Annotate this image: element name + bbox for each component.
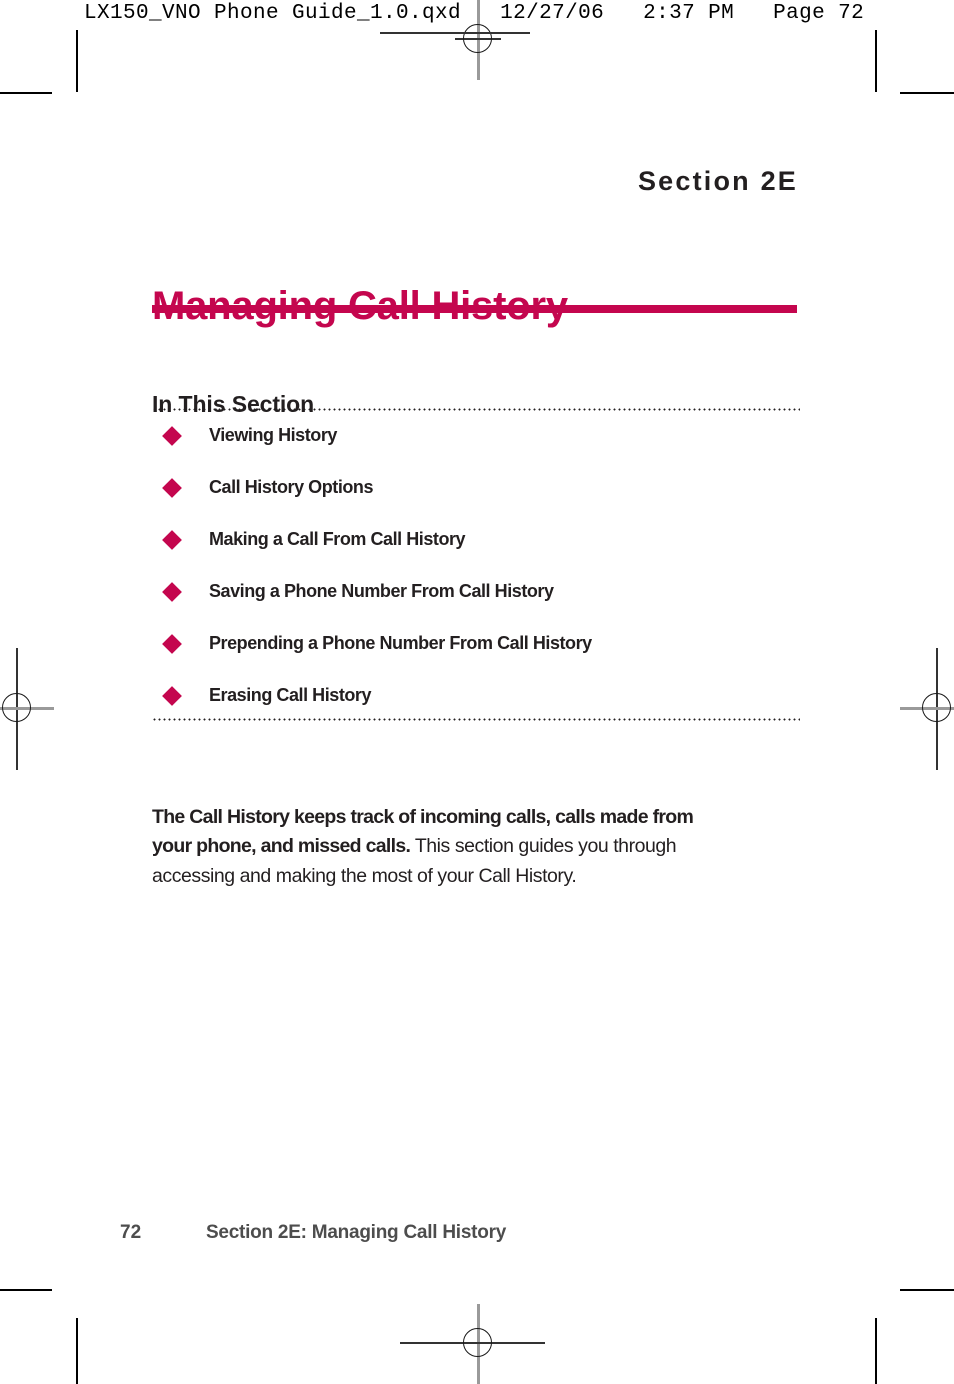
list-item[interactable]: Viewing History bbox=[152, 424, 812, 476]
diamond-bullet-icon bbox=[162, 478, 182, 498]
section-label: Section 2E bbox=[637, 166, 798, 196]
page-footer: 72 Section 2E: Managing Call History bbox=[120, 1222, 506, 1244]
prepress-slug-text: LX150_VNO Phone Guide_1.0.qxd 12/27/06 2… bbox=[84, 2, 865, 25]
diamond-bullet-icon bbox=[162, 426, 182, 446]
crop-mark-top-right-horizontal bbox=[900, 92, 954, 94]
list-item[interactable]: Saving a Phone Number From Call History bbox=[152, 580, 812, 632]
registration-mark-bottom bbox=[400, 1304, 595, 1384]
crop-mark-top-right-vertical bbox=[875, 30, 877, 92]
in-this-section-list: Viewing History Call History Options Mak… bbox=[152, 424, 812, 736]
list-item[interactable]: Call History Options bbox=[152, 476, 812, 528]
in-this-section-heading: In This Section bbox=[152, 391, 315, 418]
list-item-label: Saving a Phone Number From Call History bbox=[209, 581, 554, 601]
diamond-bullet-icon bbox=[162, 634, 182, 654]
registration-mark-right bbox=[900, 648, 954, 770]
crop-mark-top-left-vertical bbox=[76, 30, 78, 92]
diamond-bullet-icon bbox=[162, 530, 182, 550]
title-underline-rule bbox=[152, 305, 797, 313]
toc-dotted-rule-bottom bbox=[152, 718, 800, 721]
list-item-label: Call History Options bbox=[209, 477, 374, 497]
list-item-label: Viewing History bbox=[209, 425, 337, 445]
document-page: LX150_VNO Phone Guide_1.0.qxd 12/27/06 2… bbox=[0, 0, 954, 1384]
list-item-label: Erasing Call History bbox=[209, 685, 372, 705]
crop-mark-bottom-left-horizontal bbox=[0, 1289, 52, 1291]
crop-mark-bottom-left-vertical bbox=[76, 1318, 78, 1384]
intro-paragraph: The Call History keeps track of incoming… bbox=[152, 803, 727, 892]
footer-page-number: 72 bbox=[120, 1222, 142, 1243]
toc-dotted-rule-top bbox=[152, 408, 800, 411]
prepress-slug-rule bbox=[380, 32, 530, 34]
list-item-label: Prepending a Phone Number From Call Hist… bbox=[209, 633, 592, 653]
crop-mark-top-left-horizontal bbox=[0, 92, 52, 94]
list-item[interactable]: Erasing Call History bbox=[152, 684, 812, 736]
crop-mark-bottom-right-vertical bbox=[875, 1318, 877, 1384]
footer-running-title: Section 2E: Managing Call History bbox=[206, 1222, 507, 1243]
diamond-bullet-icon bbox=[162, 686, 182, 706]
registration-mark-left bbox=[0, 648, 54, 770]
list-item[interactable]: Making a Call From Call History bbox=[152, 528, 812, 580]
list-item-label: Making a Call From Call History bbox=[209, 529, 466, 549]
diamond-bullet-icon bbox=[162, 582, 182, 602]
list-item[interactable]: Prepending a Phone Number From Call Hist… bbox=[152, 632, 812, 684]
crop-mark-bottom-right-horizontal bbox=[900, 1289, 954, 1291]
